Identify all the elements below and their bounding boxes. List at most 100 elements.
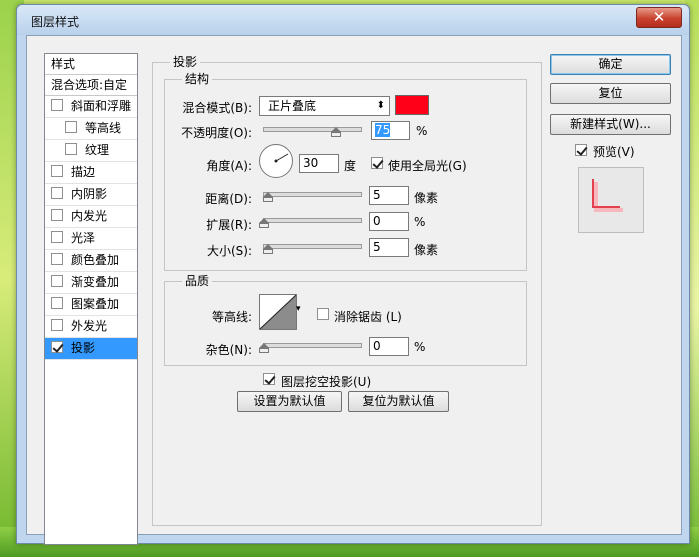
preview-label: 预览(V) bbox=[593, 145, 635, 159]
style-item-checkbox[interactable] bbox=[51, 209, 63, 221]
make-default-button[interactable]: 设置为默认值 bbox=[237, 391, 342, 412]
style-item-checkbox[interactable] bbox=[51, 165, 63, 177]
blend-mode-label: 混合模式(B): bbox=[182, 101, 252, 115]
spread-input[interactable]: 0 bbox=[369, 212, 409, 231]
style-item-label: 光泽 bbox=[71, 231, 96, 245]
style-list-item[interactable]: 斜面和浮雕 bbox=[45, 96, 137, 118]
reset-default-button[interactable]: 复位为默认值 bbox=[348, 391, 449, 412]
size-slider-track[interactable] bbox=[263, 244, 362, 249]
distance-label: 距离(D): bbox=[205, 192, 252, 206]
close-button[interactable]: ✕ bbox=[636, 7, 682, 28]
reset-button[interactable]: 复位 bbox=[550, 83, 671, 104]
style-list-header[interactable]: 样式 bbox=[45, 54, 137, 75]
style-item-checkbox[interactable] bbox=[51, 187, 63, 199]
style-item-label: 渐变叠加 bbox=[71, 275, 120, 289]
style-item-checkbox[interactable] bbox=[51, 297, 63, 309]
opacity-slider-track[interactable] bbox=[263, 127, 362, 132]
opacity-input[interactable]: 75 bbox=[371, 121, 410, 140]
knockout-checkbox[interactable] bbox=[263, 373, 275, 385]
size-unit: 像素 bbox=[414, 243, 439, 257]
spread-value: 0 bbox=[373, 214, 381, 228]
spread-slider-thumb[interactable] bbox=[259, 218, 269, 228]
global-light-label: 使用全局光(G) bbox=[388, 159, 467, 173]
style-item-label: 内发光 bbox=[71, 209, 108, 223]
knockout-label: 图层挖空投影(U) bbox=[281, 375, 372, 389]
angle-value: 30 bbox=[303, 156, 319, 170]
style-list-item[interactable]: 颜色叠加 bbox=[45, 250, 137, 272]
angle-label: 角度(A): bbox=[206, 159, 252, 173]
distance-slider-thumb[interactable] bbox=[263, 192, 273, 202]
blend-mode-value: 正片叠底 bbox=[268, 99, 317, 113]
style-item-checkbox[interactable] bbox=[51, 319, 63, 331]
style-item-label: 等高线 bbox=[85, 121, 122, 135]
antialias-checkbox[interactable] bbox=[317, 308, 329, 320]
style-item-label: 投影 bbox=[71, 341, 96, 355]
opacity-slider-thumb[interactable] bbox=[330, 127, 341, 137]
contour-curve-icon bbox=[260, 295, 296, 329]
spread-unit: % bbox=[414, 215, 426, 229]
noise-input[interactable]: 0 bbox=[369, 337, 409, 356]
noise-value: 0 bbox=[373, 339, 381, 353]
style-item-checkbox[interactable] bbox=[65, 143, 77, 155]
shadow-color-swatch[interactable] bbox=[395, 95, 429, 115]
spread-slider-track[interactable] bbox=[263, 218, 362, 223]
style-item-label: 纹理 bbox=[85, 143, 110, 157]
size-value: 5 bbox=[373, 240, 381, 254]
contour-picker[interactable] bbox=[259, 294, 297, 330]
global-light-checkbox[interactable] bbox=[371, 157, 383, 169]
style-item-checkbox[interactable] bbox=[51, 99, 63, 111]
drop-shadow-title: 投影 bbox=[170, 53, 201, 70]
ok-button[interactable]: 确定 bbox=[550, 54, 671, 75]
noise-slider-track[interactable] bbox=[263, 343, 362, 348]
style-list-item[interactable]: 内阴影 bbox=[45, 184, 137, 206]
style-list-item[interactable]: 纹理 bbox=[45, 140, 137, 162]
size-input[interactable]: 5 bbox=[369, 238, 409, 257]
style-item-checkbox[interactable] bbox=[51, 341, 63, 353]
contour-dropdown-arrow-icon[interactable]: ▾ bbox=[296, 304, 301, 314]
style-item-checkbox[interactable] bbox=[51, 253, 63, 265]
style-list-item[interactable]: 等高线 bbox=[45, 118, 137, 140]
new-style-button[interactable]: 新建样式(W)... bbox=[550, 114, 671, 135]
angle-dial[interactable] bbox=[259, 144, 293, 178]
title-bar[interactable]: 图层样式 ✕ bbox=[17, 5, 689, 35]
style-item-checkbox[interactable] bbox=[65, 121, 77, 133]
distance-input[interactable]: 5 bbox=[369, 186, 409, 205]
blend-options-item[interactable]: 混合选项:自定 bbox=[45, 75, 137, 96]
layer-style-dialog: 图层样式 ✕ 样式 混合选项:自定 斜面和浮雕等高线纹理描边内阴影内发光光泽颜色… bbox=[16, 4, 690, 545]
distance-slider-track[interactable] bbox=[263, 192, 362, 197]
style-item-checkbox[interactable] bbox=[51, 231, 63, 243]
style-item-label: 颜色叠加 bbox=[71, 253, 120, 267]
quality-title: 品质 bbox=[182, 272, 213, 289]
style-list-item[interactable]: 光泽 bbox=[45, 228, 137, 250]
noise-unit: % bbox=[414, 340, 426, 354]
style-list-item[interactable]: 内发光 bbox=[45, 206, 137, 228]
angle-dial-needle-icon bbox=[274, 153, 289, 163]
style-list-item[interactable]: 图案叠加 bbox=[45, 294, 137, 316]
style-list-item[interactable]: 渐变叠加 bbox=[45, 272, 137, 294]
preview-checkbox[interactable] bbox=[575, 144, 587, 156]
dialog-body: 样式 混合选项:自定 斜面和浮雕等高线纹理描边内阴影内发光光泽颜色叠加渐变叠加图… bbox=[26, 35, 682, 545]
style-list-item[interactable]: 外发光 bbox=[45, 316, 137, 338]
angle-unit: 度 bbox=[344, 159, 357, 173]
style-items: 斜面和浮雕等高线纹理描边内阴影内发光光泽颜色叠加渐变叠加图案叠加外发光投影 bbox=[45, 96, 137, 360]
blend-mode-select[interactable]: 正片叠底 ⬍ bbox=[259, 96, 390, 116]
style-list-item[interactable]: 描边 bbox=[45, 162, 137, 184]
style-item-label: 内阴影 bbox=[71, 187, 108, 201]
spread-label: 扩展(R): bbox=[206, 218, 252, 232]
opacity-value: 75 bbox=[375, 123, 391, 137]
style-list-item[interactable]: 投影 bbox=[45, 338, 137, 360]
structure-title: 结构 bbox=[182, 70, 213, 87]
preview-shape-icon bbox=[592, 179, 623, 212]
noise-slider-thumb[interactable] bbox=[259, 343, 269, 353]
style-item-label: 图案叠加 bbox=[71, 297, 120, 311]
distance-unit: 像素 bbox=[414, 191, 439, 205]
opacity-unit: % bbox=[416, 124, 428, 138]
style-item-checkbox[interactable] bbox=[51, 275, 63, 287]
size-label: 大小(S): bbox=[206, 244, 252, 258]
distance-value: 5 bbox=[373, 188, 381, 202]
angle-input[interactable]: 30 bbox=[299, 154, 339, 173]
style-preview-thumbnail bbox=[578, 167, 644, 233]
dropdown-arrow-icon: ⬍ bbox=[376, 100, 385, 111]
antialias-label: 消除锯齿 (L) bbox=[334, 310, 402, 324]
size-slider-thumb[interactable] bbox=[263, 244, 273, 254]
